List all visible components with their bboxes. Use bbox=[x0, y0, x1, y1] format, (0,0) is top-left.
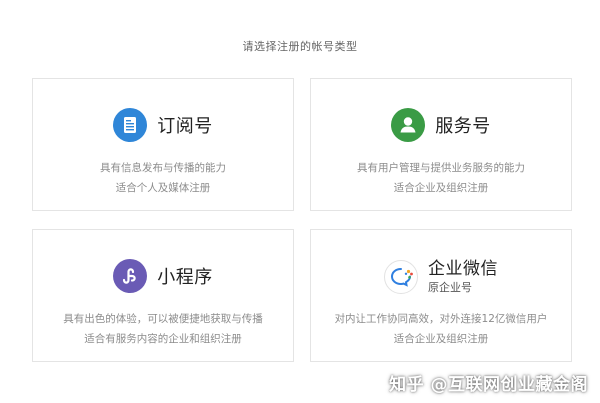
card-header: 企业微信 原企业号 bbox=[311, 259, 571, 295]
card-header: 小程序 bbox=[33, 259, 293, 293]
card-title: 小程序 bbox=[157, 267, 213, 288]
card-desc-line: 适合企业及组织注册 bbox=[393, 333, 489, 345]
card-desc-line: 适合企业及组织注册 bbox=[393, 182, 489, 194]
card-desc-line: 具有信息发布与传播的能力 bbox=[100, 162, 226, 174]
mini-program-icon bbox=[113, 259, 148, 293]
card-title: 企业微信 bbox=[428, 259, 498, 279]
card-subtitle: 原企业号 bbox=[428, 281, 472, 295]
mini-program-card[interactable]: 小程序 具有出色的体验，可以被便捷地获取与传播 适合有服务内容的企业和组织注册 bbox=[32, 229, 294, 362]
subscription-account-card[interactable]: 订阅号 具有信息发布与传播的能力 适合个人及媒体注册 bbox=[32, 78, 294, 211]
service-account-card[interactable]: 服务号 具有用户管理与提供业务服务的能力 适合企业及组织注册 bbox=[310, 78, 572, 211]
card-header: 订阅号 bbox=[33, 108, 293, 142]
card-desc-line: 具有出色的体验，可以被便捷地获取与传播 bbox=[63, 313, 263, 325]
wework-icon bbox=[384, 259, 418, 294]
user-icon bbox=[391, 108, 426, 142]
card-title-group: 企业微信 原企业号 bbox=[428, 259, 498, 295]
card-description: 具有出色的体验，可以被便捷地获取与传播 适合有服务内容的企业和组织注册 bbox=[33, 309, 293, 349]
document-icon bbox=[113, 108, 148, 142]
card-description: 具有用户管理与提供业务服务的能力 适合企业及组织注册 bbox=[311, 158, 571, 198]
card-desc-line: 具有用户管理与提供业务服务的能力 bbox=[357, 162, 525, 174]
wework-card[interactable]: 企业微信 原企业号 对内让工作协同高效，对外连接12亿微信用户 适合企业及组织注… bbox=[310, 229, 572, 362]
card-desc-line: 适合有服务内容的企业和组织注册 bbox=[84, 333, 242, 345]
card-desc-line: 对内让工作协同高效，对外连接12亿微信用户 bbox=[334, 313, 548, 325]
page-heading: 请选择注册的帐号类型 bbox=[242, 40, 358, 53]
card-header: 服务号 bbox=[311, 108, 571, 142]
card-description: 对内让工作协同高效，对外连接12亿微信用户 适合企业及组织注册 bbox=[311, 309, 571, 349]
card-desc-line: 适合个人及媒体注册 bbox=[115, 182, 211, 194]
card-description: 具有信息发布与传播的能力 适合个人及媒体注册 bbox=[33, 158, 293, 198]
card-title: 服务号 bbox=[435, 116, 491, 137]
card-title: 订阅号 bbox=[157, 116, 213, 137]
watermark: 知乎 @互联网创业藏金阁 bbox=[389, 375, 588, 395]
